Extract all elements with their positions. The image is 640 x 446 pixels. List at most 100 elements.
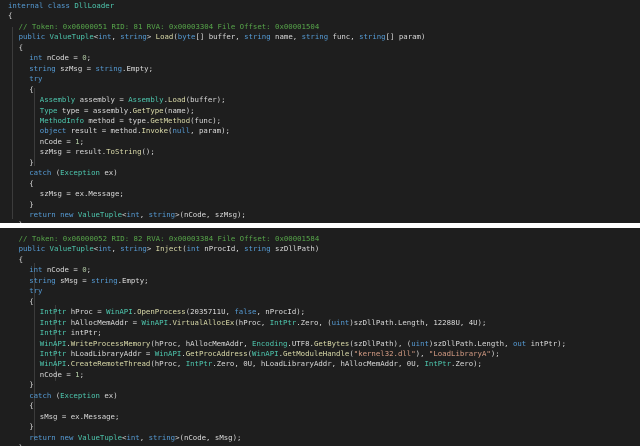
keyword-token: null [172,126,191,136]
code-line: } [29,380,33,391]
code-token: assembly = [75,95,129,105]
code-token: szMsg = [55,63,96,73]
code-token: , [111,244,121,254]
code-line: // Token: 0x06000052 RID: 82 RVA: 0x0000… [19,234,320,245]
code-token: >(nCode, sMsg); [175,432,242,442]
code-line: { [29,401,33,412]
method-token: OpenProcess [137,307,186,317]
code-token: ; [79,136,85,146]
code-line: szMsg = ex.Message; [40,189,124,200]
code-line: sMsg = ex.Message; [40,412,120,423]
code-token: >(nCode, szMsg); [175,210,246,219]
code-token: func, [328,32,360,42]
code-token: [] buffer, [195,32,245,42]
type-token: Assembly [39,95,76,105]
method-token: WriteProcessMemory [70,338,151,348]
code-line: WinAPI.CreateRemoteThread(hProc, IntPtr.… [40,359,482,370]
code-token: hLoadLibraryAddr = [66,348,155,358]
code-token: result = method. [66,126,142,136]
code-line: { [29,85,33,96]
keyword-token: public [18,244,50,254]
keyword-token: string [95,63,123,73]
code-token: { [29,178,34,188]
keyword-token: int [126,432,140,442]
code-line: // Token: 0x06000051 RID: 81 RVA: 0x0000… [19,22,320,33]
code-token: .Zero, 0U, hLoadLibraryAddr, hAllocMemAd… [212,359,425,369]
code-token: { [29,401,34,411]
string-token: "LoadLibraryA" [428,348,491,358]
keyword-token: string [244,32,271,42]
code-token: hAllocMemAddr = [66,317,142,327]
code-token: .Empty; [117,275,149,285]
code-token: method = type. [84,115,151,125]
code-token: { [29,84,34,94]
code-token: ( [51,168,61,178]
keyword-token: internal class [8,1,75,10]
code-line: { [29,297,33,308]
code-token: (hProc, [150,359,186,369]
code-token: (hProc, hAllocMemAddr, [150,338,253,348]
code-token: .Zero, ( [296,317,332,327]
code-token: nCode = [42,53,83,63]
code-token: nCode = [42,265,83,275]
code-token: ex) [99,168,118,178]
keyword-token: catch [29,390,52,400]
code-token: nCode = [39,136,76,146]
code-line: { [8,11,12,22]
keyword-token: return new [29,432,78,442]
keyword-token: string [301,32,329,42]
type-token: Exception [60,390,100,400]
keyword-token: catch [29,168,52,178]
keyword-token: out [512,338,527,348]
type-token: IntPtr [39,307,67,317]
code-line: } [29,422,33,433]
code-token: [] param) [385,32,426,42]
code-token: name, [270,32,302,42]
code-token: (buffer); [185,95,226,105]
code-token: .UTF8. [287,338,314,348]
code-token: hProc = [66,307,107,317]
code-token: ; [86,265,92,275]
code-line: catch (Exception ex) [29,391,117,402]
keyword-token: false [234,307,257,317]
type-token: DllLoader [74,1,115,10]
keyword-token: try [29,286,43,296]
code-token: , [139,432,149,442]
code-line: { [29,179,33,190]
method-token: VirtualAllocEx [172,317,235,327]
indent-guide [34,88,35,166]
code-token: ); [490,348,500,358]
code-token: } [29,422,34,432]
type-token: Encoding [252,338,288,348]
keyword-token: uint [331,317,350,327]
keyword-token: string [244,244,271,254]
keyword-token: string [359,32,386,42]
keyword-token: string [148,432,176,442]
keyword-token: string [120,244,147,254]
string-token: "kernel32.dll" [353,348,416,358]
code-token: ; [86,53,92,63]
type-token: ValueTuple [77,210,123,219]
code-token: { [18,254,24,264]
type-token: WinAPI [141,317,169,327]
code-token: , param); [190,126,230,136]
code-pane-inject: // Token: 0x06000052 RID: 82 RVA: 0x0000… [0,228,640,446]
type-token: WinAPI [106,307,133,317]
type-token: Exception [60,168,100,178]
type-token: Type [39,105,58,115]
comment-token: // Token: 0x06000051 RID: 81 RVA: 0x0000… [18,21,320,31]
code-line: string sMsg = string.Empty; [29,276,148,287]
code-token: , [139,210,149,219]
code-line: nCode = 1; [40,137,84,148]
code-token: { [18,42,24,52]
keyword-token: string [29,63,56,73]
method-token: GetModuleHandle [283,348,350,358]
code-token: ( [51,390,61,400]
type-token: IntPtr [39,348,67,358]
editor-gutter [0,0,4,223]
code-line: try [29,286,42,297]
code-line: } [19,220,23,223]
code-line: MethodInfo method = type.GetMethod(func)… [40,116,221,127]
method-token: ToString [106,147,142,157]
code-line: object result = method.Invoke(null, para… [40,126,230,137]
